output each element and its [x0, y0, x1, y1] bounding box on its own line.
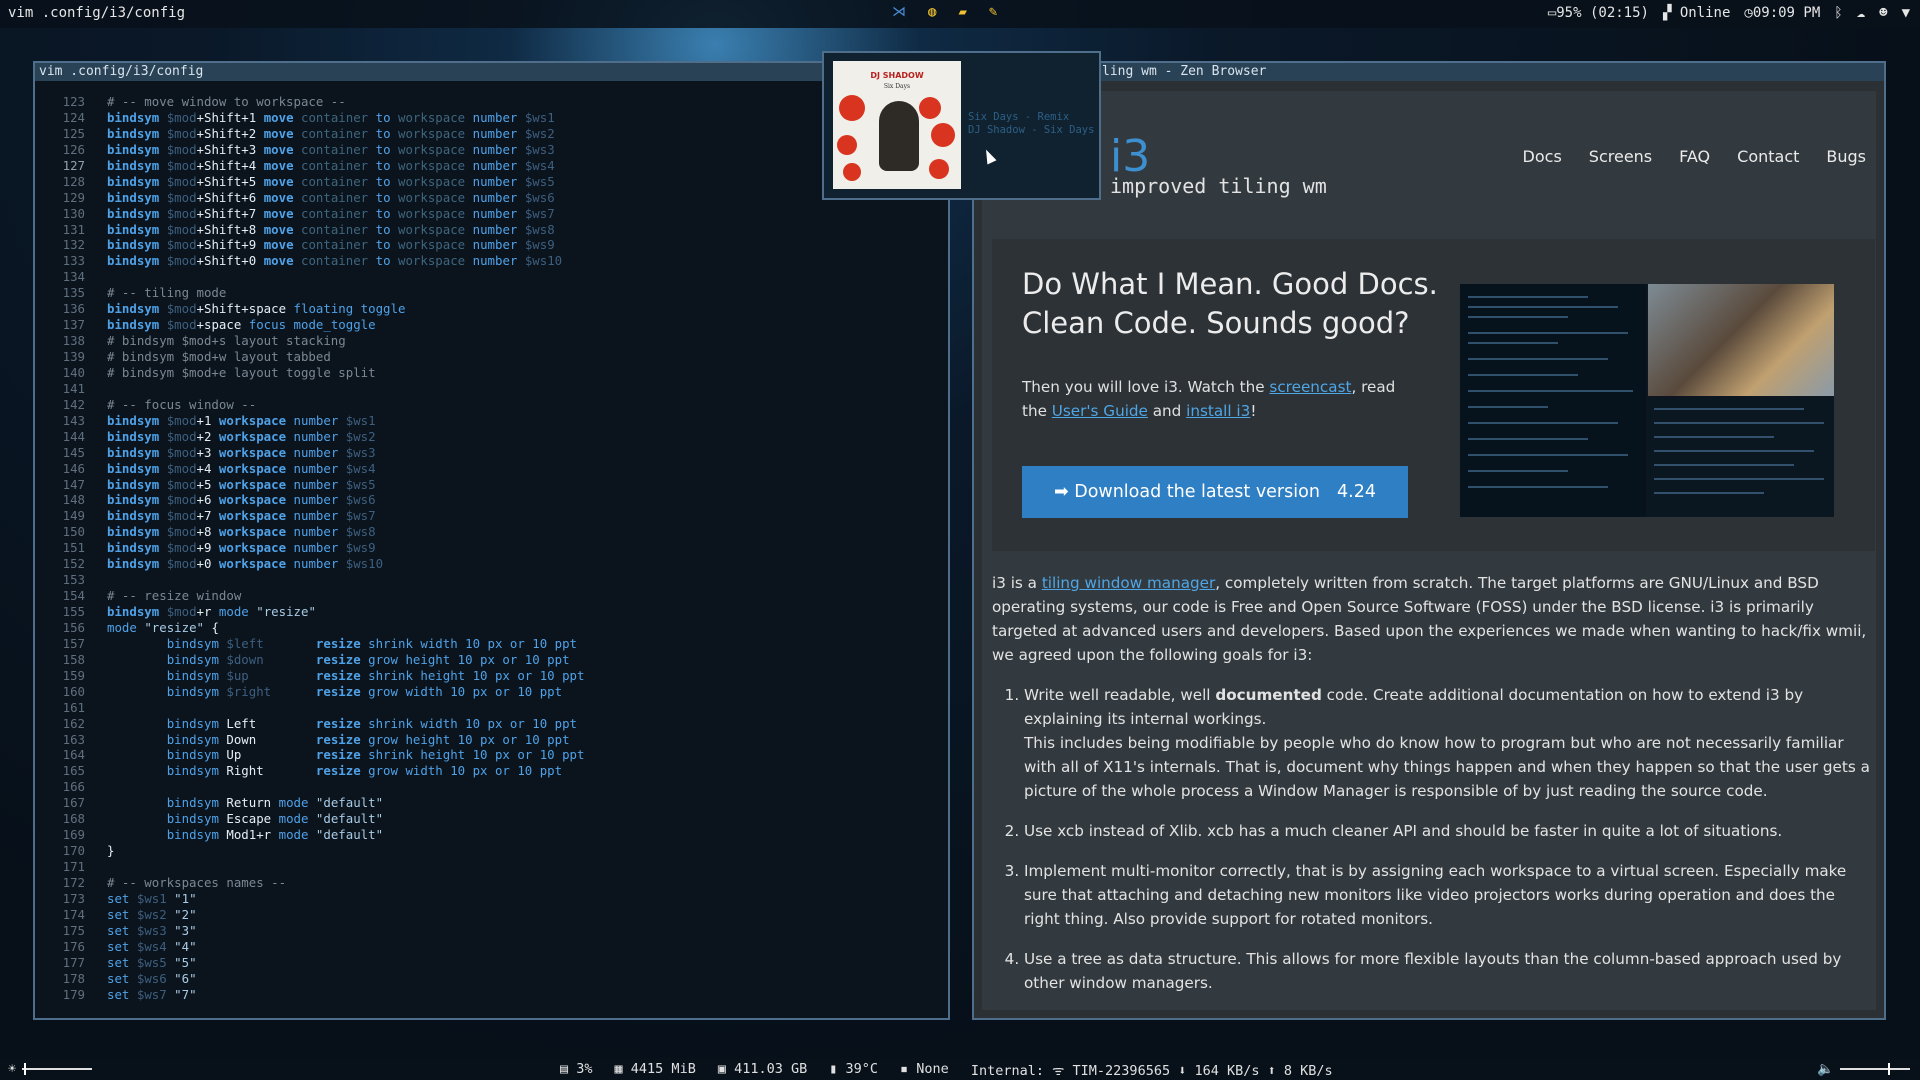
- brightness-icon: ☀: [8, 1061, 17, 1077]
- download-label: ➡ Download the latest version: [1054, 482, 1320, 502]
- hero-section: Do What I Mean. Good Docs. Clean Code. S…: [992, 239, 1875, 551]
- nav-faq[interactable]: FAQ: [1679, 147, 1710, 166]
- brightness-slider[interactable]: [22, 1063, 93, 1075]
- wifi-icon[interactable]: ▼: [1902, 5, 1910, 21]
- discord-icon[interactable]: ☻: [1879, 5, 1887, 21]
- hero-title: Do What I Mean. Good Docs. Clean Code. S…: [1022, 267, 1438, 340]
- track-artist: DJ Shadow - Six Days: [968, 124, 1095, 136]
- network-status: ▞ Online: [1662, 5, 1731, 21]
- signal-icon: ▞: [1662, 5, 1680, 21]
- intro-section: i3 is a tiling window manager, completel…: [992, 571, 1872, 1010]
- hero-text: Then you will love i3. Watch the screenc…: [1022, 378, 1396, 420]
- goal-item: Use a tree as data structure. This allow…: [1024, 947, 1872, 995]
- clock-icon: ◷: [1744, 5, 1753, 21]
- users-guide-link[interactable]: User's Guide: [1052, 402, 1148, 420]
- screenshot-photo: [1648, 284, 1834, 396]
- screencast-link[interactable]: screencast: [1269, 378, 1351, 396]
- nav-screens[interactable]: Screens: [1589, 147, 1652, 166]
- screenshot-terminal-2: [1648, 398, 1834, 517]
- vim-titlebar[interactable]: vim .config/i3/config: [35, 63, 948, 81]
- folder-icon[interactable]: ▰: [958, 4, 966, 20]
- goal-item: Use xcb instead of Xlib. xcb has a much …: [1024, 819, 1872, 843]
- nav-bugs[interactable]: Bugs: [1826, 147, 1866, 166]
- volume-slider[interactable]: [1840, 1063, 1910, 1075]
- cpu-usage: ▤ 3%: [560, 1061, 593, 1077]
- battery-icon: ▭: [1547, 5, 1557, 21]
- intro-paragraph: i3 is a tiling window manager, completel…: [992, 574, 1867, 664]
- disk-usage: ▣ 411.03 GB: [717, 1061, 808, 1077]
- screenshot-image[interactable]: [1460, 284, 1834, 517]
- nav-contact[interactable]: Contact: [1737, 147, 1799, 166]
- site-nav: Docs Screens FAQ Contact Bugs: [1523, 147, 1866, 166]
- album-cover: DJ SHADOW Six Days: [833, 61, 961, 189]
- keyboard-layout: ▪ None: [900, 1061, 949, 1077]
- download-version: 4.24: [1337, 482, 1376, 502]
- bottom-bar: ☀ ▤ 3% ▦ 4415 MiB ▣ 411.03 GB ▮ 39°C ▪ N…: [0, 1058, 1920, 1080]
- nav-docs[interactable]: Docs: [1523, 147, 1562, 166]
- track-info: Six Days - Remix DJ Shadow - Six Days: [968, 111, 1094, 137]
- globe-icon[interactable]: ◍: [928, 4, 936, 20]
- top-bar: vim .config/i3/config ⋊ ◍ ▰ ✎ ▭95% (02:1…: [0, 0, 1920, 28]
- screenshot-terminal: [1460, 284, 1646, 517]
- browser-titlebar[interactable]: ling wm - Zen Browser: [974, 63, 1884, 81]
- browser-content: i3 improved tiling wm Docs Screens FAQ C…: [982, 91, 1876, 1010]
- install-i3-link[interactable]: install i3: [1186, 402, 1250, 420]
- cloud-icon[interactable]: ☁: [1857, 5, 1865, 21]
- temperature: ▮ 39°C: [829, 1061, 879, 1077]
- vscode-icon[interactable]: ⋊: [892, 4, 906, 20]
- tiling-wm-link[interactable]: tiling window manager: [1042, 574, 1215, 592]
- goal-item: Write well readable, well documented cod…: [1024, 683, 1872, 803]
- network-speed: Internal: ᯤ TIM-22396565 ⬇ 164 KB/s ⬆ 8 …: [970, 1063, 1333, 1079]
- browser-window[interactable]: ling wm - Zen Browser i3 improved tiling…: [972, 61, 1886, 1020]
- battery-status: ▭95% (02:15): [1547, 5, 1649, 21]
- volume-icon: 🔈: [1817, 1061, 1834, 1077]
- track-title: Six Days - Remix: [968, 111, 1070, 123]
- tagline: improved tiling wm: [1110, 174, 1327, 198]
- clock: ◷09:09 PM: [1744, 5, 1821, 21]
- bluetooth-icon[interactable]: ᛒ: [1834, 5, 1842, 21]
- goals-list: Write well readable, well documented cod…: [992, 683, 1872, 995]
- notes-icon[interactable]: ✎: [989, 4, 997, 20]
- media-notification[interactable]: DJ SHADOW Six Days Six Days - Remix DJ S…: [822, 51, 1101, 200]
- vim-editor[interactable]: 123 # -- move window to workspace -- 124 b…: [35, 94, 948, 1002]
- memory-usage: ▦ 4415 MiB: [614, 1061, 696, 1077]
- vim-window[interactable]: vim .config/i3/config 123 # -- move windo…: [33, 61, 950, 1020]
- download-button[interactable]: ➡ Download the latest version 4.24: [1022, 466, 1408, 518]
- focused-window-title: vim .config/i3/config: [8, 5, 186, 21]
- goal-item: Implement multi-monitor correctly, that …: [1024, 859, 1872, 931]
